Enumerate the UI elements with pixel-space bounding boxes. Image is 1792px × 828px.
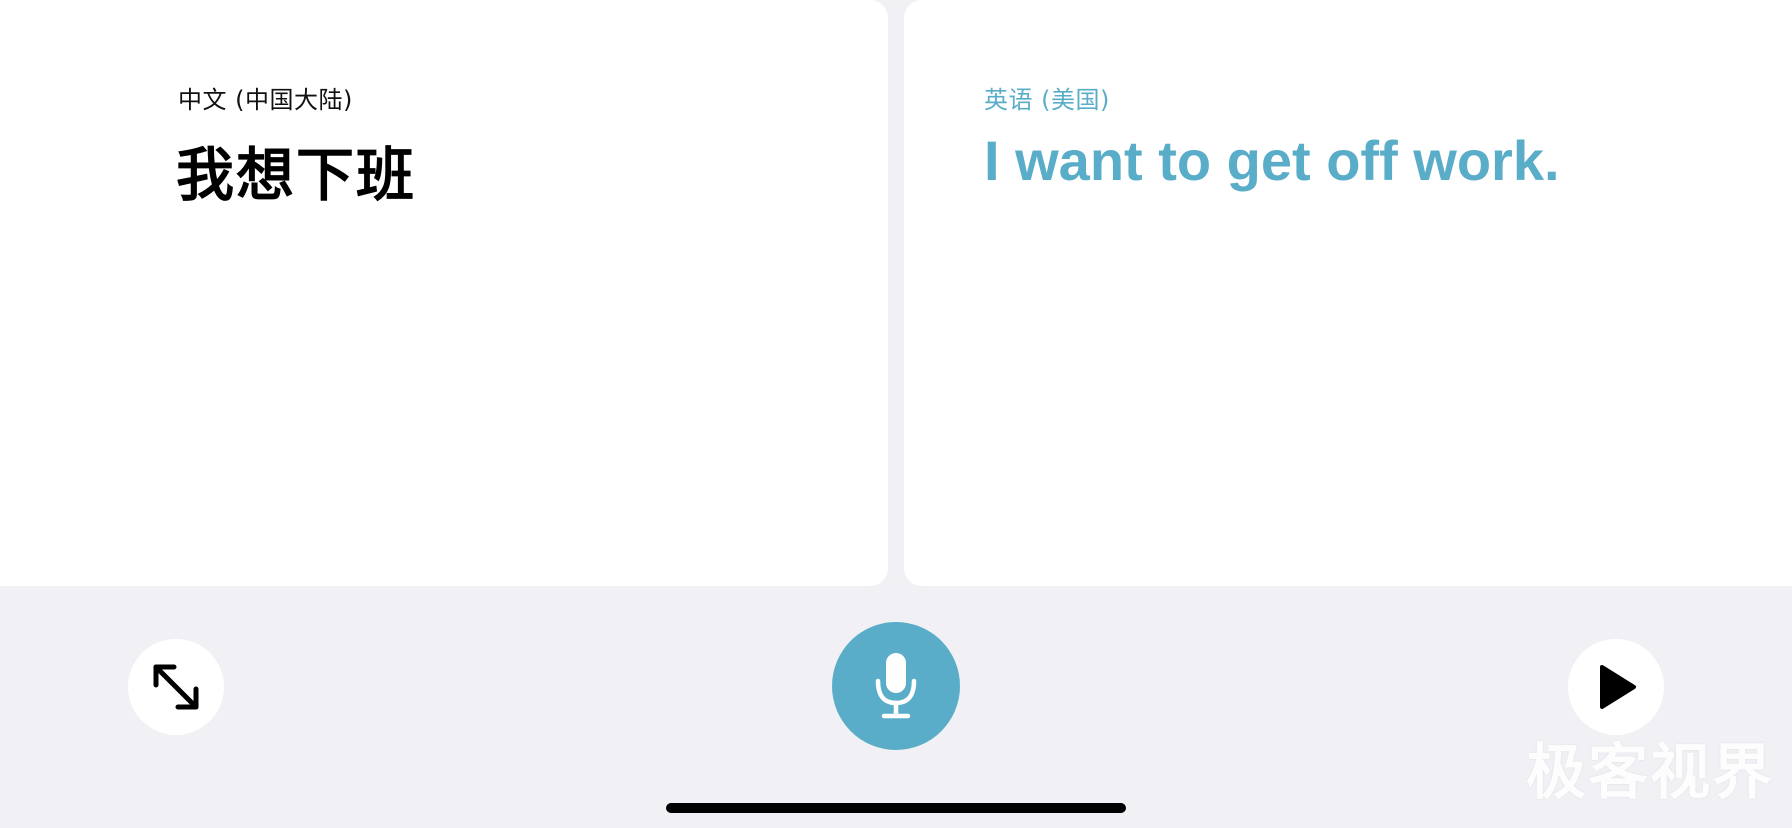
microphone-button[interactable] — [832, 622, 960, 750]
expand-arrows-icon — [153, 664, 199, 710]
home-indicator[interactable] — [666, 803, 1126, 813]
target-language-label: 英语 (美国) — [984, 86, 1110, 114]
play-button[interactable] — [1568, 639, 1664, 735]
source-phrase: 我想下班 — [176, 141, 417, 209]
expand-button[interactable] — [128, 639, 224, 735]
source-language-label: 中文 (中国大陆) — [178, 86, 353, 114]
target-phrase: I want to get off work. — [984, 129, 1560, 192]
source-panel[interactable]: 中文 (中国大陆) 我想下班 — [0, 0, 888, 586]
play-icon — [1600, 665, 1636, 709]
translate-app: 中文 (中国大陆) 我想下班 英语 (美国) I want to get off… — [0, 0, 1792, 828]
target-panel[interactable]: 英语 (美国) I want to get off work. — [904, 0, 1792, 586]
microphone-icon — [875, 653, 917, 719]
watermark: 极客视界 — [1526, 738, 1774, 808]
